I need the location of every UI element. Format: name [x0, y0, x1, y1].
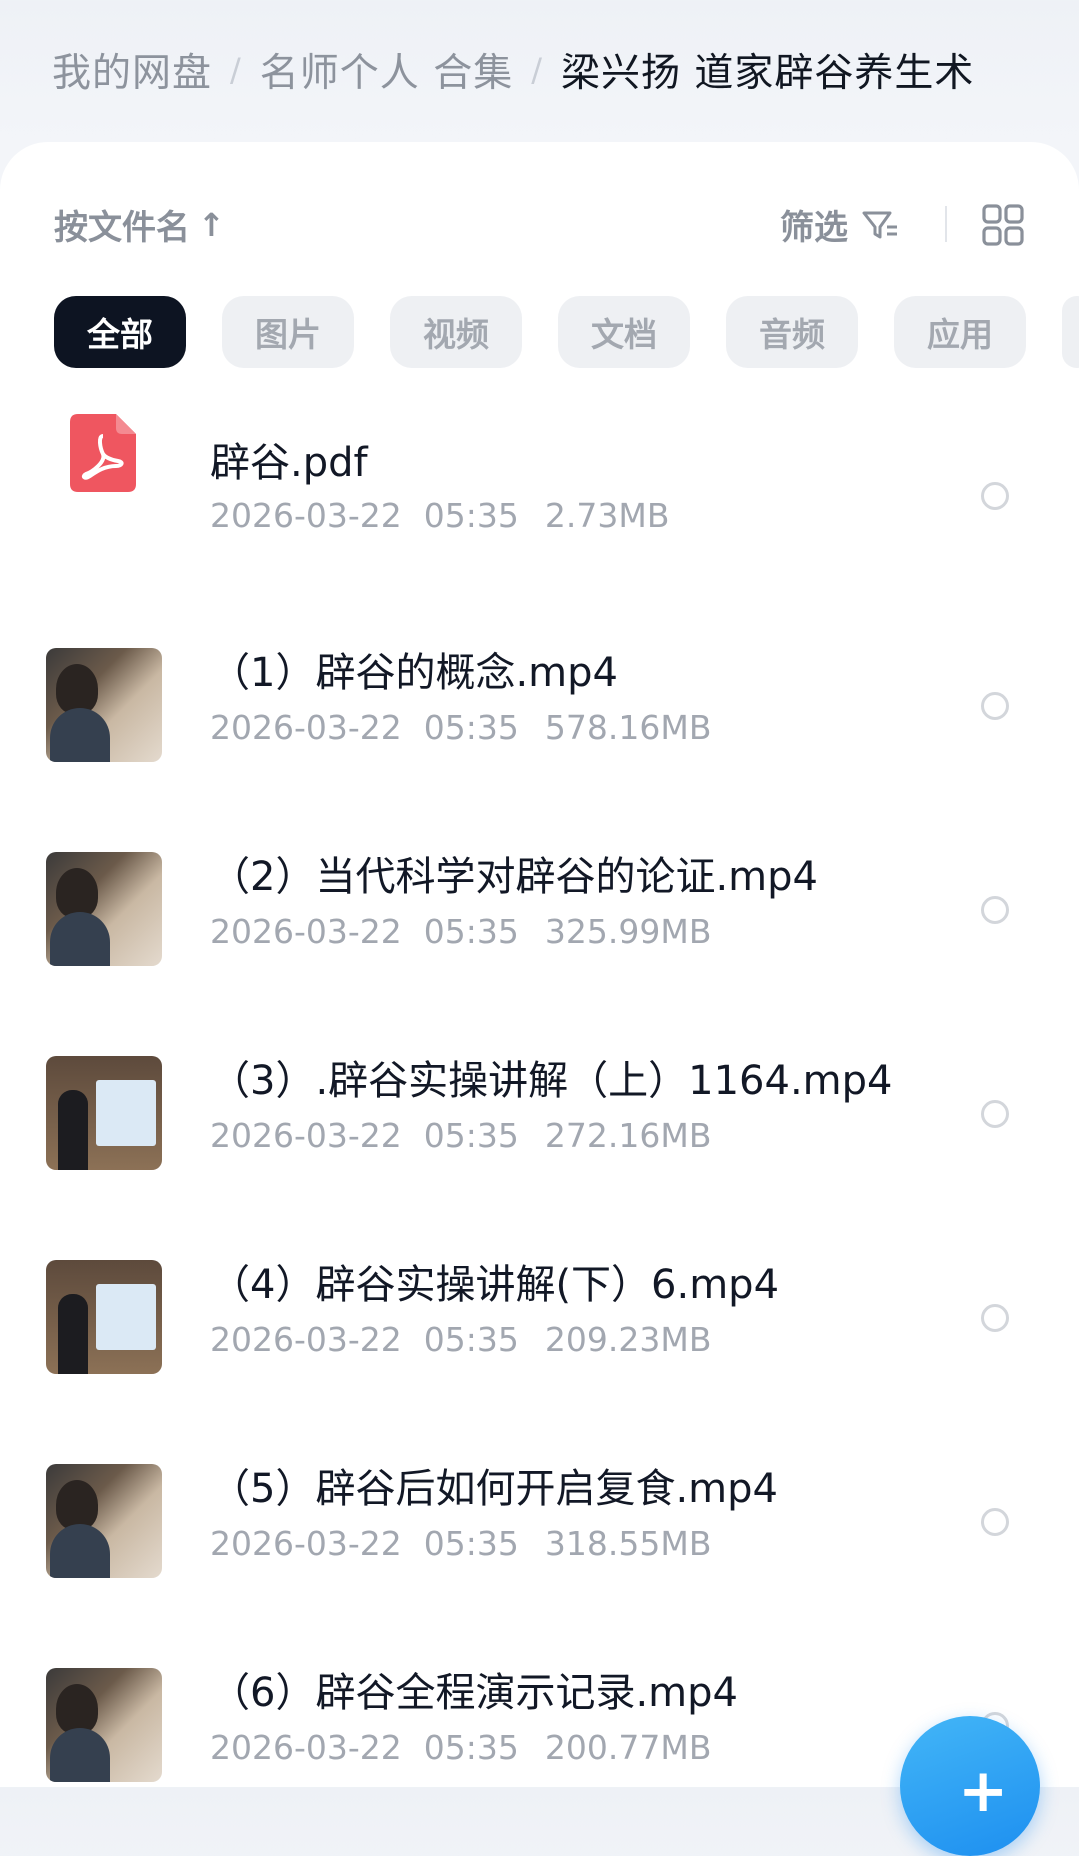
file-size: 272.16MB	[544, 1116, 712, 1155]
file-date: 2026-03-22	[210, 1728, 402, 1767]
file-time: 05:35	[423, 912, 519, 951]
tab-all[interactable]: 全部	[54, 296, 186, 368]
sort-direction-icon: ↑	[198, 205, 225, 244]
tab-apps[interactable]: 应用	[894, 296, 1026, 368]
video-thumbnail	[46, 1056, 162, 1170]
file-date: 2026-03-22	[210, 708, 402, 747]
breadcrumb-item-collection[interactable]: 名师个人 合集	[260, 42, 513, 98]
breadcrumb-item-my-drive[interactable]: 我的网盘	[52, 42, 212, 98]
tab-documents[interactable]: 文档	[558, 296, 690, 368]
file-meta: 2026-03-22 05:35 272.16MB	[210, 1116, 711, 1155]
tab-overflow-edge	[1062, 296, 1079, 368]
file-time: 05:35	[423, 1320, 519, 1359]
add-button[interactable]: +	[900, 1716, 1040, 1856]
select-checkbox[interactable]	[981, 1508, 1009, 1536]
video-thumbnail	[46, 852, 162, 966]
list-item[interactable]: （1）辟谷的概念.mp4 2026-03-22 05:35 578.16MB	[0, 596, 1079, 800]
file-date: 2026-03-22	[210, 912, 402, 951]
breadcrumb-item-current-folder: 梁兴扬 道家辟谷养生术	[560, 51, 975, 96]
file-time: 05:35	[423, 496, 519, 535]
select-checkbox[interactable]	[981, 1304, 1009, 1332]
filter-label: 筛选	[780, 208, 848, 248]
list-item[interactable]: 辟谷.pdf 2026-03-22 05:35 2.73MB	[0, 392, 1079, 596]
filter-button[interactable]: 筛选	[780, 200, 900, 249]
tab-images[interactable]: 图片	[222, 296, 354, 368]
list-item[interactable]: （2）当代科学对辟谷的论证.mp4 2026-03-22 05:35 325.99M…	[0, 800, 1079, 1004]
pdf-file-icon	[70, 414, 136, 492]
file-time: 05:35	[423, 1728, 519, 1767]
grid-view-icon[interactable]	[982, 204, 1024, 246]
file-name: （3）.辟谷实操讲解（上）1164.mp4	[210, 1058, 893, 1104]
filter-icon	[862, 211, 897, 238]
file-date: 2026-03-22	[210, 496, 402, 535]
select-checkbox[interactable]	[981, 482, 1009, 510]
file-meta: 2026-03-22 05:35 325.99MB	[210, 912, 711, 951]
file-date: 2026-03-22	[210, 1116, 402, 1155]
file-name: （1）辟谷的概念.mp4	[210, 650, 618, 696]
file-name: （6）辟谷全程演示记录.mp4	[210, 1670, 738, 1716]
sort-button[interactable]: 按文件名 ↑	[54, 200, 225, 249]
video-thumbnail	[46, 648, 162, 762]
file-size: 209.23MB	[544, 1320, 712, 1359]
file-meta: 2026-03-22 05:35 2.73MB	[210, 496, 669, 535]
tab-audio[interactable]: 音频	[726, 296, 858, 368]
select-checkbox[interactable]	[981, 896, 1009, 924]
list-item[interactable]: （5）辟谷后如何开启复食.mp4 2026-03-22 05:35 318.55MB	[0, 1412, 1079, 1616]
plus-icon: +	[958, 1756, 1009, 1826]
select-checkbox[interactable]	[981, 692, 1009, 720]
list-item[interactable]: （3）.辟谷实操讲解（上）1164.mp4 2026-03-22 05:35 272…	[0, 1004, 1079, 1208]
file-browser-card: 按文件名 ↑ 筛选 全部 图片 视频 文档 音频 应用 辟谷.pdf 2026-…	[0, 142, 1079, 1787]
file-name: 辟谷.pdf	[210, 440, 368, 486]
video-thumbnail	[46, 1464, 162, 1578]
breadcrumb-separator: /	[531, 51, 543, 89]
file-time: 05:35	[423, 1524, 519, 1563]
file-list: 辟谷.pdf 2026-03-22 05:35 2.73MB （1）辟谷的概念.mp…	[0, 392, 1079, 1820]
file-size: 578.16MB	[544, 708, 712, 747]
file-name: （4）辟谷实操讲解(下）6.mp4	[210, 1262, 780, 1308]
file-size: 325.99MB	[544, 912, 712, 951]
file-meta: 2026-03-22 05:35 200.77MB	[210, 1728, 711, 1767]
file-date: 2026-03-22	[210, 1320, 402, 1359]
video-thumbnail	[46, 1668, 162, 1782]
file-meta: 2026-03-22 05:35 209.23MB	[210, 1320, 711, 1359]
breadcrumb: 我的网盘 / 名师个人 合集 / 梁兴扬 道家辟谷养生术	[52, 40, 974, 100]
toolbar-divider	[945, 206, 947, 242]
file-size: 318.55MB	[544, 1524, 712, 1563]
file-name: （2）当代科学对辟谷的论证.mp4	[210, 854, 818, 900]
file-size: 200.77MB	[544, 1728, 712, 1767]
video-thumbnail	[46, 1260, 162, 1374]
file-meta: 2026-03-22 05:35 578.16MB	[210, 708, 711, 747]
file-date: 2026-03-22	[210, 1524, 402, 1563]
list-item[interactable]: （4）辟谷实操讲解(下）6.mp4 2026-03-22 05:35 209.23M…	[0, 1208, 1079, 1412]
breadcrumb-separator: /	[230, 51, 242, 89]
file-name: （5）辟谷后如何开启复食.mp4	[210, 1466, 778, 1512]
select-checkbox[interactable]	[981, 1100, 1009, 1128]
category-tabs: 全部 图片 视频 文档 音频 应用	[54, 296, 1062, 368]
tab-videos[interactable]: 视频	[390, 296, 522, 368]
file-time: 05:35	[423, 708, 519, 747]
sort-label: 按文件名	[54, 208, 190, 248]
file-size: 2.73MB	[544, 496, 670, 535]
file-time: 05:35	[423, 1116, 519, 1155]
file-meta: 2026-03-22 05:35 318.55MB	[210, 1524, 711, 1563]
